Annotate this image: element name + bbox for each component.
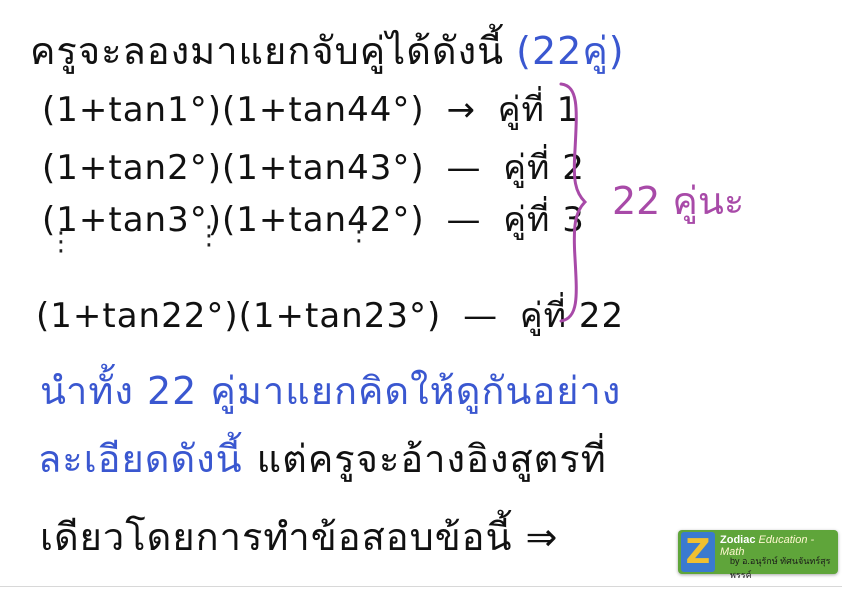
pair-row-22: (1+tan22°)(1+tan23°) — คู่ที่ 22 — [36, 288, 624, 342]
whiteboard-page: ครูจะลองมาแยกจับคู่ได้ดังนี้ (22คู่) (1+t… — [0, 0, 842, 596]
vertical-ellipsis-3: ⋮ — [346, 217, 372, 247]
pair-row-2: (1+tan2°)(1+tan43°) — คู่ที่ 2 — [42, 140, 585, 194]
logo-brand-name: Zodiac — [720, 534, 756, 546]
dash-separator: — — [463, 296, 499, 336]
pair-row-1: (1+tan1°)(1+tan44°) → คู่ที่ 1 — [42, 82, 579, 136]
logo-letter: Z — [681, 532, 715, 572]
page-divider — [0, 586, 842, 587]
explanation-line-3: เดียวโดยการทำข้อสอบข้อนี้ ⇒ — [40, 515, 559, 559]
vertical-ellipsis-2: ⋮ — [196, 221, 222, 251]
zodiac-logo: Z Zodiac Education - Math by อ.อนุรักษ์ … — [678, 530, 838, 580]
explanation-line-2-rest: แต่ครูจะอ้างอิงสูตรที่ — [256, 437, 607, 481]
arrow-icon: → — [446, 90, 476, 130]
explanation-line-1: นำทั้ง 22 คู่มาแยกคิดให้ดูกันอย่าง — [40, 369, 622, 413]
pair-expression: (1+tan22°)(1+tan23°) — [36, 296, 442, 336]
vertical-ellipsis-1: ⋮ — [48, 227, 74, 257]
total-pairs-note: 22 คู่นะ — [612, 179, 745, 223]
pair-count: (22คู่) — [516, 29, 625, 73]
title-text: ครูจะลองมาแยกจับคู่ได้ดังนี้ — [30, 29, 505, 73]
explanation-line-2: ละเอียดดังนี้ แต่ครูจะอ้างอิงสูตรที่ — [38, 428, 607, 489]
dash-separator: — — [446, 200, 482, 240]
pair-expression: (1+tan2°)(1+tan43°) — [42, 148, 425, 188]
pair-row-3: (1+tan3°)(1+tan42°) — คู่ที่ 3 — [42, 192, 585, 246]
logo-byline: by อ.อนุรักษ์ ทัศนจันทร์สุรพรรค์ — [730, 556, 831, 580]
pair-expression: (1+tan1°)(1+tan44°) — [42, 90, 425, 130]
explanation-line-2-blue: ละเอียดดังนี้ — [38, 437, 243, 481]
title-line: ครูจะลองมาแยกจับคู่ได้ดังนี้ (22คู่) — [30, 20, 625, 81]
curly-brace-icon — [559, 82, 588, 323]
dash-separator: — — [446, 148, 482, 188]
